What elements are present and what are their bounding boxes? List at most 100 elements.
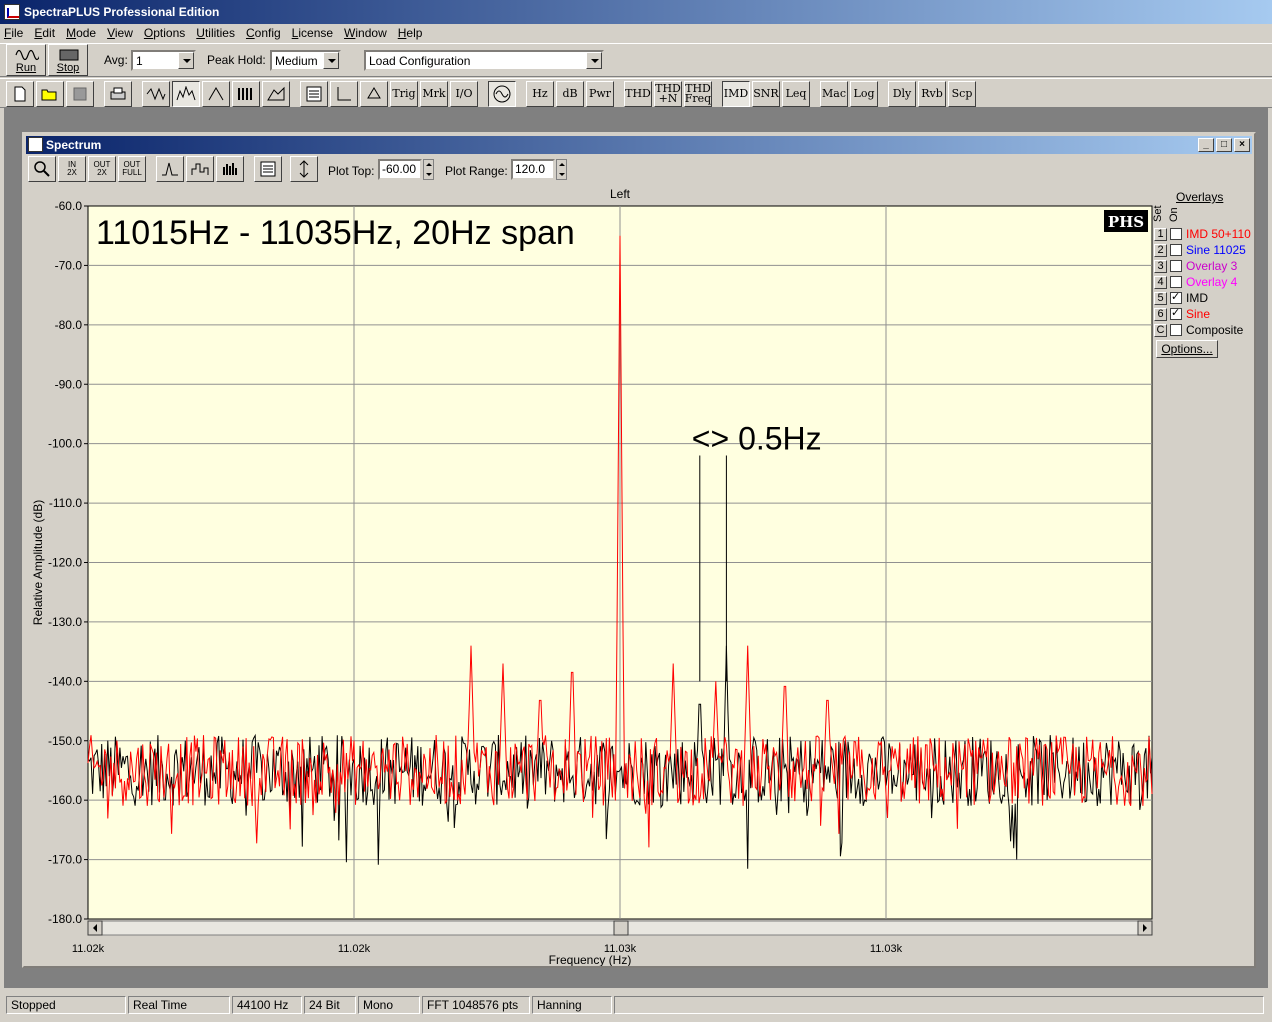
phs-logo-text: PHS xyxy=(1108,213,1144,231)
settings-button[interactable] xyxy=(300,81,328,107)
menu-license[interactable]: License xyxy=(292,26,333,40)
scope-button[interactable]: Scp xyxy=(948,81,976,107)
waveform-icon xyxy=(146,87,166,101)
marker-button[interactable]: Mrk xyxy=(420,81,448,107)
thd-n-button[interactable]: THD +N xyxy=(654,81,682,107)
menu-view[interactable]: View xyxy=(107,26,133,40)
overlay-on-checkbox[interactable] xyxy=(1170,228,1182,240)
app-title: SpectraPLUS Professional Edition xyxy=(24,5,220,19)
menu-help[interactable]: Help xyxy=(398,26,423,40)
menu-window[interactable]: Window xyxy=(344,26,387,40)
spectrum-window: Spectrum _ □ × IN 2X OUT 2X OUT FULL Plo… xyxy=(22,132,1256,968)
avg-select[interactable]: 1 xyxy=(131,50,196,71)
app-icon xyxy=(4,4,20,20)
overlay-set-button[interactable]: 2 xyxy=(1154,243,1167,257)
spectrum-plot[interactable]: -60.0 -70.0 -80.0 -90.0 -100.0 -110.0 -120.0 -1… xyxy=(24,134,1154,966)
time-series-button[interactable] xyxy=(142,81,170,107)
thd-button[interactable]: THD xyxy=(624,81,652,107)
tools-toolbar: Trig Mrk I/O Hz dB Pwr THD THD +N THD Fr… xyxy=(0,78,1272,108)
reverb-button[interactable]: Rvb xyxy=(918,81,946,107)
overlay-set-button[interactable]: 5 xyxy=(1154,291,1167,305)
spectrum-icon xyxy=(176,86,196,101)
y-tick-label: -110.0 xyxy=(49,496,82,510)
print-button[interactable] xyxy=(104,81,132,107)
menu-config[interactable]: Config xyxy=(246,26,281,40)
configuration-select[interactable]: Load Configuration xyxy=(364,50,604,71)
overlay-on-checkbox[interactable] xyxy=(1170,324,1182,336)
x-tick-label: 11.03k xyxy=(870,943,903,955)
chevron-down-icon[interactable] xyxy=(586,52,602,69)
overlays-title: Overlays xyxy=(1176,190,1224,204)
overlay-set-button[interactable]: C xyxy=(1154,323,1167,337)
stop-button[interactable]: Stop xyxy=(48,44,88,76)
menu-options[interactable]: Options xyxy=(144,26,185,40)
spectrum-button[interactable] xyxy=(172,81,200,107)
status-spacer xyxy=(614,996,1264,1014)
new-file-button[interactable] xyxy=(6,81,34,107)
log-button[interactable]: Log xyxy=(850,81,878,107)
overlay-set-button[interactable]: 6 xyxy=(1154,307,1167,321)
menu-edit[interactable]: Edit xyxy=(34,26,55,40)
delay-button[interactable]: Dly xyxy=(888,81,916,107)
menu-mode[interactable]: Mode xyxy=(66,26,96,40)
overlay-row: 4 Overlay 4 xyxy=(1154,274,1264,290)
new-file-icon xyxy=(14,86,26,102)
thd-freq-button[interactable]: THD Freq xyxy=(684,81,712,107)
scaling-button[interactable] xyxy=(330,81,358,107)
trigger-button[interactable]: Trig xyxy=(390,81,418,107)
status-bit-depth: 24 Bit xyxy=(304,996,356,1014)
floppy-icon xyxy=(73,87,87,101)
overlays-set-header: Set xyxy=(1152,205,1164,222)
macro-button[interactable]: Mac xyxy=(820,81,848,107)
main-toolbar: Run Stop Avg: 1 Peak Hold: Medium Load C… xyxy=(0,43,1272,77)
overlay-on-checkbox[interactable] xyxy=(1170,260,1182,272)
save-button[interactable] xyxy=(66,81,94,107)
y-tick-label: -160.0 xyxy=(48,793,82,807)
overlay-on-checkbox[interactable] xyxy=(1170,244,1182,256)
overlay-set-button[interactable]: 1 xyxy=(1154,227,1167,241)
stop-icon xyxy=(59,49,79,61)
overlay-set-button[interactable]: 3 xyxy=(1154,259,1167,273)
menu-file[interactable]: File xyxy=(4,26,23,40)
x-tick-label: 11.02k xyxy=(338,943,371,955)
io-button[interactable]: I/O xyxy=(450,81,478,107)
overlay-label: IMD xyxy=(1186,291,1208,305)
chevron-down-icon[interactable] xyxy=(178,52,194,69)
overlay-row: 5 IMD xyxy=(1154,290,1264,306)
menu-utilities[interactable]: Utilities xyxy=(196,26,235,40)
spectrogram-button[interactable] xyxy=(232,81,260,107)
maximize-icon[interactable]: □ xyxy=(1216,138,1232,152)
run-button[interactable]: Run xyxy=(6,44,46,76)
leq-button[interactable]: Leq xyxy=(782,81,810,107)
overlay-on-checkbox[interactable] xyxy=(1170,306,1182,320)
3d-surface-button[interactable] xyxy=(262,81,290,107)
generator-button[interactable] xyxy=(360,81,388,107)
peak-hold-select[interactable]: Medium xyxy=(270,50,341,71)
power-button[interactable]: Pwr xyxy=(586,81,614,107)
close-icon[interactable]: × xyxy=(1234,138,1250,152)
chevron-down-icon[interactable] xyxy=(323,52,339,69)
snr-button[interactable]: SNR xyxy=(752,81,780,107)
overlay-label: Sine 11025 xyxy=(1186,243,1246,257)
overlay-on-checkbox[interactable] xyxy=(1170,276,1182,288)
status-window-function: Hanning xyxy=(532,996,612,1014)
y-tick-label: -170.0 xyxy=(48,853,82,867)
x-tick-label: 11.02k xyxy=(72,943,105,955)
status-fft-size: FFT 1048576 pts xyxy=(422,996,530,1014)
status-mode: Real Time xyxy=(128,996,230,1014)
signal-generator-button[interactable] xyxy=(488,81,516,107)
hz-button[interactable]: Hz xyxy=(526,81,554,107)
overlay-options-button[interactable]: Options... xyxy=(1156,340,1218,358)
phase-button[interactable] xyxy=(202,81,230,107)
scroll-thumb[interactable] xyxy=(613,920,629,936)
minimize-icon[interactable]: _ xyxy=(1198,138,1214,152)
phase-icon xyxy=(208,87,224,101)
open-file-button[interactable] xyxy=(36,81,64,107)
3d-surface-icon xyxy=(267,86,285,101)
overlay-on-checkbox[interactable] xyxy=(1170,290,1182,304)
db-button[interactable]: dB xyxy=(556,81,584,107)
overlay-set-button[interactable]: 4 xyxy=(1154,275,1167,289)
menu-bar: File Edit Mode View Options Utilities Co… xyxy=(0,24,1272,42)
overlay-label: Composite xyxy=(1186,323,1244,337)
imd-button[interactable]: IMD xyxy=(722,81,750,107)
